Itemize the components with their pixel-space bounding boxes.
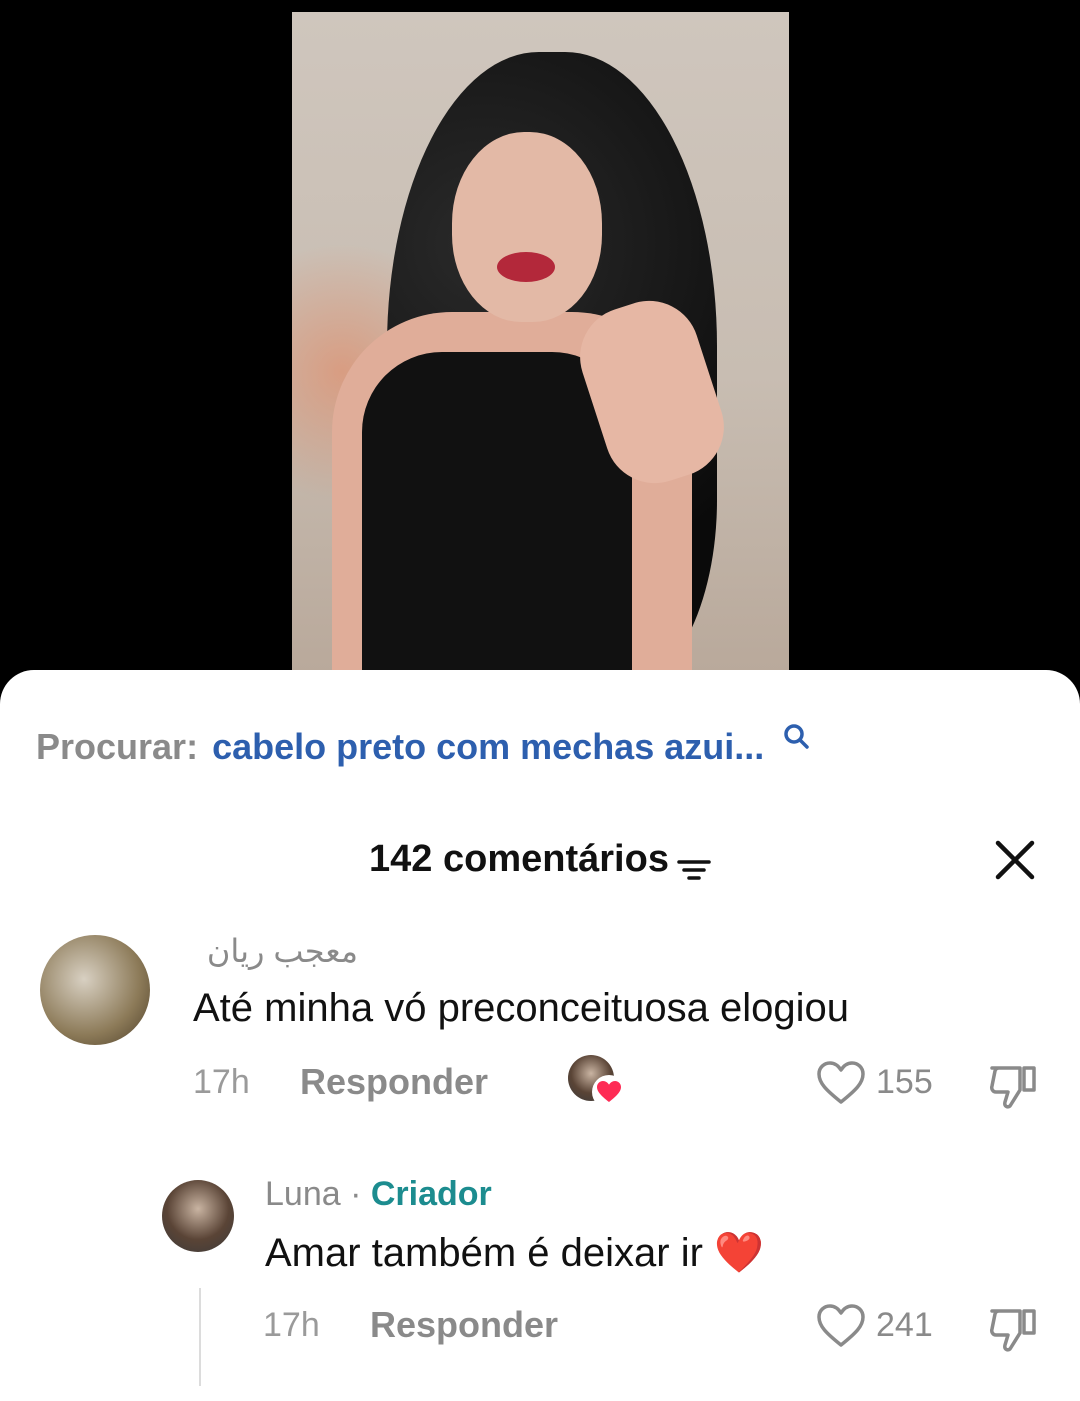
close-icon[interactable] — [993, 838, 1037, 882]
username-separator: · — [350, 1175, 362, 1213]
search-suggestion[interactable]: Procurar: cabelo preto com mechas azui..… — [36, 722, 810, 772]
reply-button[interactable]: Responder — [370, 1304, 558, 1346]
creator-liked-indicator — [568, 1055, 626, 1109]
comment-timestamp: 17h — [193, 1063, 250, 1101]
search-icon[interactable] — [782, 722, 810, 750]
search-prefix: Procurar: — [36, 726, 199, 767]
reply-timestamp: 17h — [263, 1306, 320, 1344]
video-subject-face — [452, 132, 602, 322]
comment-username[interactable]: معجب ريان — [193, 932, 358, 970]
reply-username: Luna — [265, 1175, 341, 1213]
reply-button[interactable]: Responder — [300, 1061, 488, 1103]
like-count: 241 — [876, 1306, 933, 1344]
comment-count-title[interactable]: 142 comentários — [0, 838, 1080, 881]
search-query-link[interactable]: cabelo preto com mechas azui... — [212, 726, 764, 768]
dislike-icon[interactable] — [988, 1062, 1040, 1117]
comment-count-label: 142 comentários — [369, 838, 669, 880]
like-count: 155 — [876, 1063, 933, 1101]
avatar[interactable] — [40, 935, 150, 1045]
creator-avatar[interactable] — [162, 1180, 234, 1252]
comments-header: 142 comentários — [0, 830, 1080, 890]
heart-badge-icon — [592, 1075, 626, 1109]
sort-filter-icon[interactable] — [677, 849, 711, 880]
video-area — [0, 0, 1080, 700]
comments-sheet: Procurar: cabelo preto com mechas azui..… — [0, 670, 1080, 1401]
thread-line — [199, 1288, 201, 1386]
video-subject-lips — [497, 252, 555, 282]
like-heart-icon[interactable] — [816, 1303, 866, 1354]
reply-username-row[interactable]: Luna · Criador — [265, 1175, 492, 1214]
video-thumbnail[interactable] — [292, 12, 789, 672]
like-heart-icon[interactable] — [816, 1060, 866, 1111]
comment-text: Até minha vó preconceituosa elogiou — [193, 986, 849, 1030]
dislike-icon[interactable] — [988, 1305, 1040, 1360]
reply-text: Amar também é deixar ir ❤️ — [265, 1231, 764, 1275]
creator-badge: Criador — [370, 1175, 492, 1213]
